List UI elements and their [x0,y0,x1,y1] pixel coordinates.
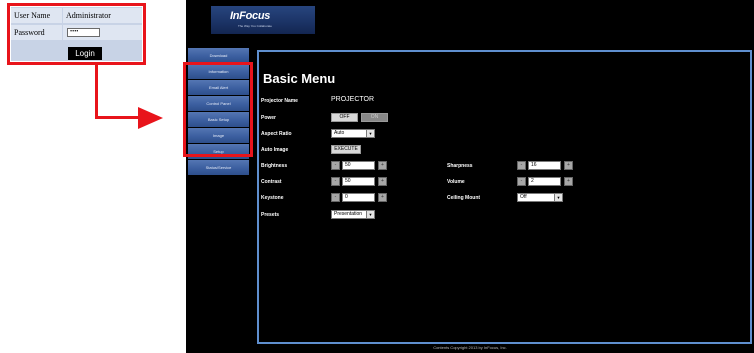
projector-web-page: InFocus The Way You Collaborate Download… [183,0,754,353]
nav-highlight-box [183,62,253,157]
contrast-stepper: - 50 + [331,177,388,186]
password-cell: •••• [63,25,142,40]
presets-label: Presets [261,212,280,218]
nav-item-status-service[interactable]: Status/Service [188,160,249,175]
volume-label: Volume [447,179,465,185]
login-callout: User Name Administrator Password •••• Lo… [7,3,146,65]
login-form: User Name Administrator Password •••• Lo… [11,7,142,61]
login-button[interactable]: Login [68,47,102,60]
sidebar-nav: Download Information Email Alert Control… [183,48,253,176]
page-title: Basic Menu [263,71,336,86]
volume-increase-button[interactable]: + [564,177,573,186]
keystone-input[interactable]: 0 [342,193,375,202]
callout-arrow-head [138,107,163,129]
user-name-row: User Name Administrator [11,8,142,24]
sharpness-stepper: - 16 + [517,161,574,170]
logo-text: InFocus [230,10,271,22]
password-label: Password [11,25,62,40]
projector-name-value: PROJECTOR [331,96,375,103]
contrast-decrease-button[interactable]: - [331,177,340,186]
footer-copyright: Contents Copyright 2013 by InFocus, Inc. [433,345,507,350]
ceiling-mount-label: Ceiling Mount [447,195,481,201]
chevron-down-icon: ▼ [554,194,562,201]
projector-name-label: Projector Name [261,98,298,104]
brightness-decrease-button[interactable]: - [331,161,340,170]
ceiling-mount-value: Off [520,194,527,200]
contrast-increase-button[interactable]: + [378,177,387,186]
nav-item-download[interactable]: Download [188,48,249,63]
password-row: Password •••• [11,25,142,41]
brightness-label: Brightness [261,163,288,169]
auto-image-execute-button[interactable]: EXECUTE [331,145,361,154]
volume-stepper: - 2 + [517,177,574,186]
keystone-label: Keystone [261,195,284,201]
infocus-logo: InFocus The Way You Collaborate [211,6,315,34]
power-label: Power [261,115,277,121]
contrast-label: Contrast [261,179,282,185]
password-input[interactable]: •••• [67,28,100,37]
contrast-input[interactable]: 50 [342,177,375,186]
presets-value: Presentation [334,211,363,217]
keystone-stepper: - 0 + [331,193,388,202]
aspect-ratio-select[interactable]: Auto ▼ [331,129,375,138]
sharpness-decrease-button[interactable]: - [517,161,526,170]
aspect-ratio-value: Auto [334,130,345,136]
ceiling-mount-select[interactable]: Off ▼ [517,193,563,202]
sharpness-label: Sharpness [447,163,473,169]
keystone-decrease-button[interactable]: - [331,193,340,202]
chevron-down-icon: ▼ [366,130,374,137]
chevron-down-icon: ▼ [366,211,374,218]
auto-image-label: Auto Image [261,147,289,153]
brightness-increase-button[interactable]: + [378,161,387,170]
volume-decrease-button[interactable]: - [517,177,526,186]
presets-select[interactable]: Presentation ▼ [331,210,375,219]
keystone-increase-button[interactable]: + [378,193,387,202]
user-name-value: Administrator [63,8,142,23]
basic-menu-panel: Basic Menu Projector Name PROJECTOR Powe… [257,50,752,344]
aspect-ratio-label: Aspect Ratio [261,131,292,137]
callout-arrow-stem [95,65,98,119]
volume-input[interactable]: 2 [528,177,561,186]
power-off-button[interactable]: OFF [331,113,358,122]
power-on-button[interactable]: ON [361,113,388,122]
callout-arrow-shaft [95,116,139,119]
logo-tagline: The Way You Collaborate [238,24,272,28]
brightness-input[interactable]: 50 [342,161,375,170]
sharpness-increase-button[interactable]: + [564,161,573,170]
brightness-stepper: - 50 + [331,161,388,170]
user-name-label: User Name [11,8,62,23]
sharpness-input[interactable]: 16 [528,161,561,170]
